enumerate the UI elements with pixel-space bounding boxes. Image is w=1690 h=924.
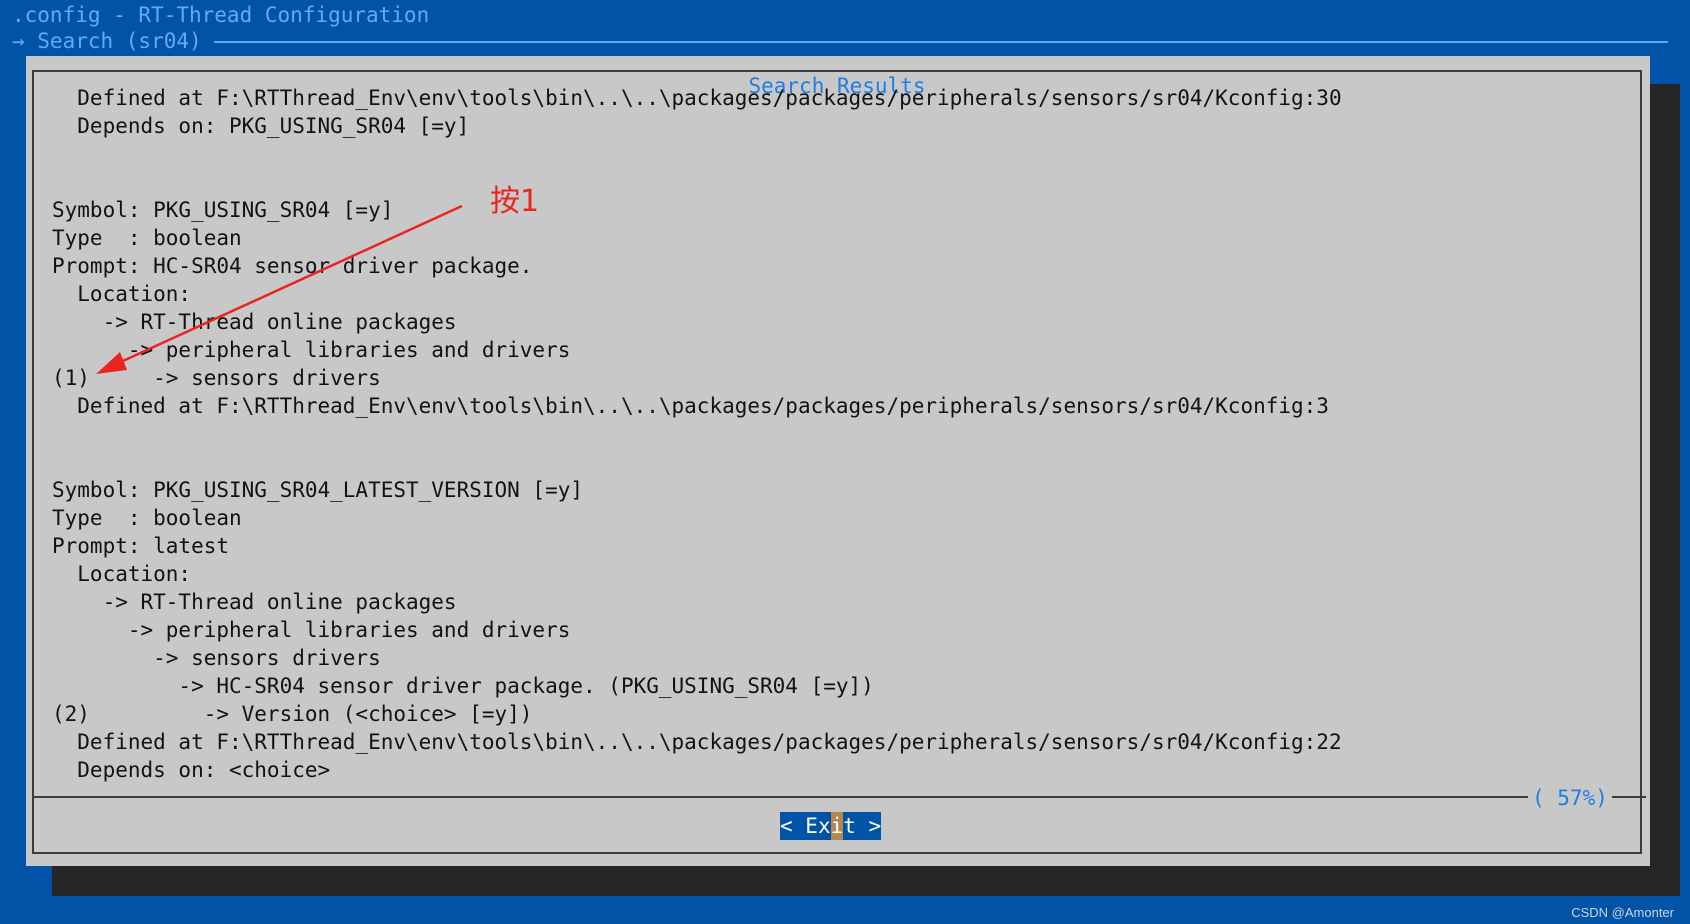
result-line: -> sensors drivers xyxy=(52,646,381,670)
result-line: -> RT-Thread online packages xyxy=(52,310,457,334)
watermark: CSDN @Amonter xyxy=(1571,905,1674,920)
result-line: Depends on: <choice> xyxy=(52,758,331,782)
result-line: Prompt: latest xyxy=(52,534,230,558)
result-line: Location: xyxy=(52,562,192,586)
result-line: Location: xyxy=(52,282,192,306)
result-line: Defined at F:\RTThread_Env\env\tools\bin… xyxy=(52,394,1329,418)
result-line: Defined at F:\RTThread_Env\env\tools\bin… xyxy=(52,730,1342,754)
search-label: → Search (sr04) xyxy=(12,29,202,53)
result-line: (2) -> Version (<choice> [=y]) xyxy=(52,702,533,726)
breadcrumb-divider xyxy=(213,41,1668,43)
search-results-list[interactable]: Defined at F:\RTThread_Env\env\tools\bin… xyxy=(52,84,1612,784)
exit-button-hotkey: i xyxy=(830,812,844,840)
result-line: -> RT-Thread online packages xyxy=(52,590,457,614)
result-line xyxy=(52,168,1612,196)
button-separator xyxy=(32,796,1646,798)
result-line: Prompt: HC-SR04 sensor driver package. xyxy=(52,254,533,278)
result-line: -> peripheral libraries and drivers xyxy=(52,618,571,642)
result-line: -> HC-SR04 sensor driver package. (PKG_U… xyxy=(52,674,874,698)
result-line xyxy=(52,140,1612,168)
result-line: Type : boolean xyxy=(52,226,242,250)
result-line xyxy=(52,448,1612,476)
result-line: Symbol: PKG_USING_SR04_LATEST_VERSION [=… xyxy=(52,478,584,502)
exit-button-mid: x xyxy=(817,814,831,838)
window-title: .config - RT-Thread Configuration xyxy=(12,3,430,27)
result-line: Defined at F:\RTThread_Env\env\tools\bin… xyxy=(52,86,1342,110)
result-line: Symbol: PKG_USING_SR04 [=y] xyxy=(52,198,394,222)
result-line: Type : boolean xyxy=(52,506,242,530)
result-line: (1) -> sensors drivers xyxy=(52,366,381,390)
exit-button-right: t > xyxy=(843,814,882,838)
result-line: Depends on: PKG_USING_SR04 [=y] xyxy=(52,114,470,138)
result-line xyxy=(52,420,1612,448)
exit-button[interactable]: < Exit > xyxy=(780,812,882,840)
annotation-label: 按1 xyxy=(490,184,540,219)
result-line: -> peripheral libraries and drivers xyxy=(52,338,571,362)
search-breadcrumb: → Search (sr04) xyxy=(12,28,1668,54)
scroll-percent: ( 57%) xyxy=(1528,786,1612,810)
exit-button-left: < E xyxy=(780,814,818,838)
